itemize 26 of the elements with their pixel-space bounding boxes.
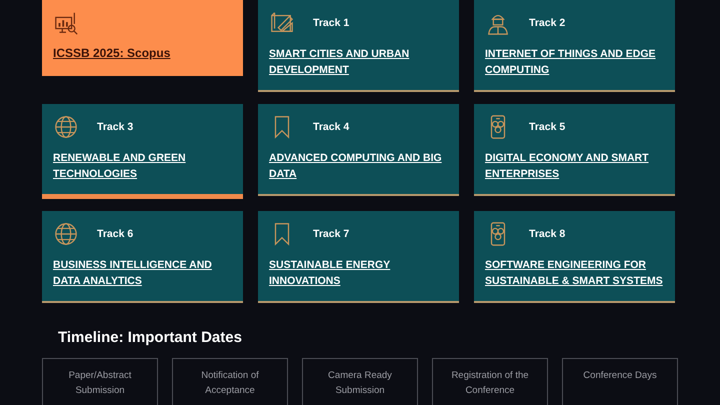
timeline-card: Conference Days [562, 358, 678, 405]
timeline-card: Registration of the Conference [432, 358, 548, 405]
track-link[interactable]: SMART CITIES AND URBAN DEVELOPMENT [269, 46, 448, 78]
track-link[interactable]: SOFTWARE ENGINEERING FOR SUSTAINABLE & SMART SYSTEMS [485, 257, 664, 289]
track-label: Track 7 [313, 228, 350, 240]
chart-icon [53, 10, 79, 36]
track-link[interactable]: INTERNET OF THINGS AND EDGE COMPUTING [485, 46, 664, 78]
section-heading: Timeline: Important Dates [58, 329, 243, 346]
track-label: Track 2 [529, 17, 566, 29]
track-link[interactable]: ADVANCED COMPUTING AND BIG DATA [269, 150, 448, 182]
globe-icon [53, 114, 79, 140]
track-link[interactable]: BUSINESS INTELLIGENCE AND DATA ANALYTICS [53, 257, 232, 289]
globe-icon [53, 221, 79, 247]
track-label: Track 8 [529, 228, 566, 240]
track-label: Track 4 [313, 121, 350, 133]
track-label: Track 6 [97, 228, 134, 240]
featured-link[interactable]: ICSSB 2025: Scopus [53, 46, 232, 60]
track-label: Track 3 [97, 121, 134, 133]
track-link[interactable]: RENEWABLE AND GREEN TECHNOLOGIES [53, 150, 232, 182]
track-label: Track 1 [313, 17, 350, 29]
timeline-card: Camera Ready Submission [302, 358, 418, 405]
track-label: Track 5 [529, 121, 566, 133]
track-link[interactable]: DIGITAL ECONOMY AND SMART ENTERPRISES [485, 150, 664, 182]
track-link[interactable]: SUSTAINABLE ENERGY INNOVATIONS [269, 257, 448, 289]
timeline-card: Notification of Acceptance [172, 358, 288, 405]
timeline-card: Paper/Abstract Submission [42, 358, 158, 405]
